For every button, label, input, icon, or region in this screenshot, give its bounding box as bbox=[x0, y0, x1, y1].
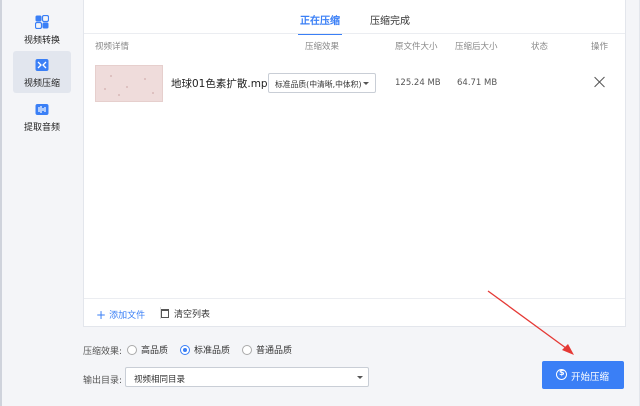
effect-label: 压缩效果: bbox=[83, 347, 123, 357]
quality-select[interactable]: 标准品质(中清晰,中体积) bbox=[268, 73, 376, 93]
task-panel: 正在压缩 压缩完成 视频详情 压缩效果 原文件大小 压缩后大小 状态 操作 地球… bbox=[83, 0, 626, 327]
compress-icon bbox=[35, 59, 49, 71]
radio-normal-quality[interactable]: 普通品质 bbox=[242, 343, 293, 356]
sidebar-item-audio[interactable]: 提取音频 bbox=[13, 95, 71, 137]
compressed-size: 64.71 MB bbox=[457, 78, 498, 88]
annotation-arrow bbox=[487, 290, 574, 355]
convert-icon bbox=[35, 15, 49, 29]
clear-list-button[interactable]: 清空列表 bbox=[161, 307, 210, 320]
tab-divider bbox=[84, 33, 625, 34]
radio-circle bbox=[127, 345, 137, 355]
start-compress-label: 开始压缩 bbox=[571, 372, 610, 383]
radio-standard-quality[interactable]: 标准品质 bbox=[180, 343, 231, 356]
quality-select-value: 标准品质(中清晰,中体积) bbox=[275, 80, 362, 89]
output-dir-select[interactable]: 视频相同目录 bbox=[125, 367, 369, 387]
start-compress-button[interactable]: 开始压缩 bbox=[542, 361, 624, 389]
column-header-details: 视频详情 bbox=[95, 42, 130, 52]
plus-icon: + bbox=[96, 308, 107, 322]
sidebar-item-label: 视频压缩 bbox=[23, 79, 60, 89]
column-header-effect: 压缩效果 bbox=[305, 42, 340, 52]
add-file-label: 添加文件 bbox=[109, 311, 146, 321]
remove-file-icon[interactable] bbox=[594, 76, 606, 88]
trash-icon bbox=[161, 309, 169, 318]
radio-label: 标准品质 bbox=[194, 346, 231, 356]
radio-circle bbox=[242, 345, 252, 355]
tab-completed[interactable]: 压缩完成 bbox=[370, 12, 410, 34]
sidebar-item-label: 视频转换 bbox=[23, 36, 60, 46]
audio-extract-icon bbox=[35, 104, 49, 115]
sidebar-item-label: 提取音频 bbox=[23, 123, 60, 133]
clear-list-label: 清空列表 bbox=[174, 310, 211, 320]
caret-down-icon bbox=[357, 376, 363, 379]
radio-label: 高品质 bbox=[141, 346, 169, 356]
radio-circle-selected bbox=[180, 345, 190, 355]
column-header-action: 操作 bbox=[591, 42, 609, 52]
file-name: 地球01色素扩散.mp4 bbox=[171, 78, 275, 90]
coin-icon bbox=[556, 368, 567, 380]
column-header-status: 状态 bbox=[531, 42, 549, 52]
sidebar: 视频转换 视频压缩 提取音频 bbox=[8, 0, 74, 406]
window-left-border bbox=[0, 0, 2, 406]
column-header-original-size: 原文件大小 bbox=[395, 42, 438, 52]
sidebar-item-convert[interactable]: 视频转换 bbox=[13, 8, 71, 50]
video-thumbnail bbox=[95, 65, 163, 102]
radio-label: 普通品质 bbox=[256, 346, 293, 356]
tab-compressing[interactable]: 正在压缩 bbox=[298, 12, 342, 35]
output-dir-value: 视频相同目录 bbox=[134, 375, 186, 385]
original-size: 125.24 MB bbox=[395, 78, 441, 88]
radio-high-quality[interactable]: 高品质 bbox=[127, 343, 169, 356]
caret-down-icon bbox=[363, 82, 369, 85]
column-header-compressed-size: 压缩后大小 bbox=[455, 42, 498, 52]
add-file-button[interactable]: + 添加文件 bbox=[96, 307, 146, 322]
sidebar-item-compress[interactable]: 视频压缩 bbox=[13, 51, 71, 93]
output-label: 输出目录: bbox=[83, 376, 123, 386]
